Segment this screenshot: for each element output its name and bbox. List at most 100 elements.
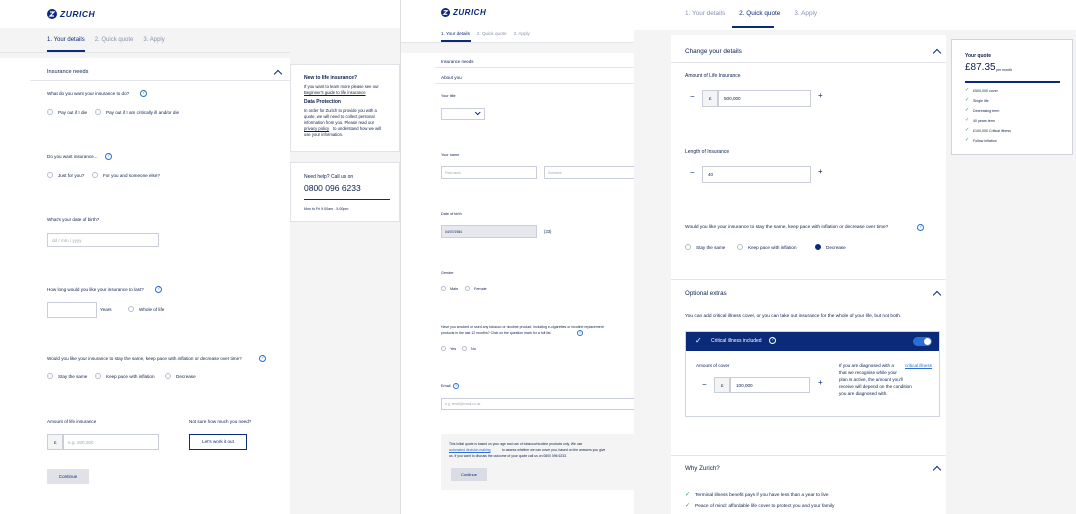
right-panel: 1. Your details 2. Quick quote 3. Apply … [634, 0, 1076, 514]
disclaimer-text: This initial quote is based on your age … [449, 442, 583, 446]
left-panel: ZURICH 1. Your details 2. Quick quote 3.… [0, 0, 400, 514]
smoker-question: products in the last 12 months? Click on… [441, 331, 552, 335]
dob-input[interactable]: dd / mm / yyyy [47, 233, 159, 247]
critical-illness-card: ✓ Critical illness included ? Amount of … [685, 331, 940, 417]
divider [671, 455, 946, 456]
radio-yes[interactable] [441, 346, 446, 351]
option-label: No [471, 347, 476, 351]
radio-stay-same[interactable] [47, 373, 53, 379]
step-apply[interactable]: 3. Apply [514, 31, 530, 36]
radio-decrease[interactable] [165, 373, 171, 379]
first-name-placeholder: First name [445, 171, 462, 175]
step-apply[interactable]: 3. Apply [143, 37, 164, 43]
continue-button[interactable]: Continue [451, 468, 487, 481]
critical-illness-link[interactable]: critical illness [905, 363, 932, 368]
decrease-ci-button[interactable]: − [702, 380, 707, 389]
currency-prefix: £ [47, 434, 63, 450]
email-input[interactable]: e.g. email@email.co.uk [441, 398, 634, 410]
decrease-length-button[interactable]: − [690, 168, 695, 177]
title-select[interactable] [441, 108, 485, 120]
decrease-amount-button[interactable]: − [690, 92, 695, 101]
radio-keep-pace[interactable] [95, 373, 101, 379]
radio-you-and-other[interactable] [92, 172, 98, 178]
title-label: Your title [441, 94, 456, 98]
radio-whole-of-life[interactable] [128, 306, 134, 312]
option-label: Keep pace with inflation [106, 374, 155, 379]
continue-button[interactable]: Continue [47, 469, 89, 484]
amount-input[interactable]: 500,000 [718, 90, 811, 107]
surname-input[interactable]: Surname [544, 166, 634, 179]
help-icon[interactable]: ? [453, 383, 459, 389]
progress-steps: 1. Your details 2. Quick quote 3. Apply [685, 10, 817, 17]
quote-price: £87.35 [965, 62, 996, 73]
option-label: Stay the same [696, 245, 726, 250]
work-it-out-button[interactable]: Let's work it out [189, 434, 247, 450]
question-inflation: Would you like your insurance to stay th… [47, 356, 242, 361]
radio-keep-pace[interactable] [737, 244, 743, 250]
increase-length-button[interactable]: + [818, 167, 823, 176]
section-title: Insurance needs [47, 69, 89, 75]
first-name-input[interactable]: First name [441, 166, 537, 179]
dob-placeholder: dd / mm / yyyy [52, 238, 82, 243]
help-title: Need help? Call us on [304, 174, 354, 180]
step-quick-quote[interactable]: 2. Quick quote [477, 31, 507, 36]
help-icon[interactable]: ? [140, 90, 147, 97]
name-label: Your name [441, 153, 460, 157]
quote-title: Your quote [965, 53, 992, 59]
radio-pay-if-ill[interactable] [95, 109, 101, 115]
check-icon: ✓ [965, 127, 970, 133]
optional-extras-title[interactable]: Optional extras [685, 290, 727, 297]
change-details-title[interactable]: Change your details [685, 48, 742, 55]
years-input[interactable] [47, 302, 97, 318]
help-icon[interactable]: ? [259, 355, 266, 362]
smoker-question: Have you smoked or used any tobacco or n… [441, 325, 604, 329]
check-icon: ✓ [965, 87, 970, 93]
divider [30, 80, 290, 81]
radio-pay-if-die[interactable] [47, 109, 53, 115]
dp-text: information from you. Please read our [304, 120, 375, 125]
option-label: Decrease [826, 245, 846, 250]
radio-just-you[interactable] [47, 172, 53, 178]
phone-number[interactable]: 0800 096 6233 [304, 183, 361, 193]
increase-ci-button[interactable]: + [818, 378, 823, 387]
step-your-details[interactable]: 1. Your details [47, 37, 85, 43]
option-label: Yes [450, 347, 457, 351]
help-icon[interactable]: ? [577, 330, 583, 336]
why-zurich-title[interactable]: Why Zurich? [685, 465, 720, 472]
help-icon[interactable]: ? [105, 153, 112, 160]
radio-stay-same[interactable] [685, 244, 691, 250]
zurich-logo[interactable]: ZURICH [441, 8, 486, 17]
radio-male[interactable] [441, 286, 446, 291]
radio-female[interactable] [465, 286, 470, 291]
step-quick-quote[interactable]: 2. Quick quote [739, 10, 780, 17]
step-quick-quote[interactable]: 2. Quick quote [95, 37, 134, 43]
length-input[interactable]: 40 [702, 166, 811, 183]
check-icon: ✓ [965, 117, 970, 123]
help-icon[interactable]: ? [769, 337, 776, 344]
zurich-logo[interactable]: ZURICH [47, 9, 95, 19]
radio-no[interactable] [462, 346, 467, 351]
privacy-policy-link[interactable]: privacy policy [304, 126, 329, 131]
radio-decrease[interactable] [815, 244, 821, 250]
dp-text: to understand how we will [333, 126, 381, 131]
step-apply[interactable]: 3. Apply [794, 10, 817, 17]
amount-placeholder: e.g. 200,000 [68, 440, 94, 445]
length-value: 40 [708, 172, 714, 177]
step-your-details[interactable]: 1. Your details [441, 31, 470, 36]
step-your-details[interactable]: 1. Your details [685, 10, 725, 17]
ci-toggle[interactable] [913, 337, 932, 346]
email-label: Email [441, 384, 451, 388]
option-label: Whole of life [139, 307, 165, 312]
amount-label: Amount of Life Insurance [685, 73, 741, 79]
help-icon[interactable]: ? [155, 286, 162, 293]
increase-amount-button[interactable]: + [818, 91, 823, 100]
ci-info: that we recognise while your [839, 370, 897, 375]
option-label: Just for you? [58, 173, 85, 178]
help-icon[interactable]: ? [917, 224, 924, 231]
quote-item: Follow inflation [973, 139, 997, 143]
automated-decision-link[interactable]: automated decision-making [449, 448, 490, 452]
dob-input[interactable]: 04/07/1984 [441, 225, 537, 238]
ci-amount-input[interactable]: 100,000 [730, 377, 810, 393]
amount-input[interactable]: e.g. 200,000 [63, 434, 159, 450]
beginners-guide-link[interactable]: Beginner's guide to life insurance [304, 90, 366, 95]
